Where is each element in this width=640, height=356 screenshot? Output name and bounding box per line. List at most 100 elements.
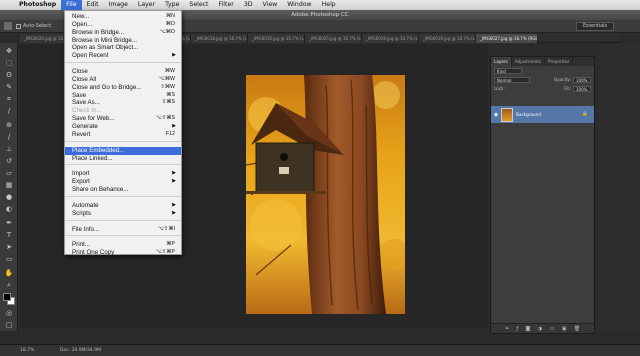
file-menu-item-new[interactable]: New... ⌘N (65, 13, 181, 21)
lock-label: Lock: (494, 86, 505, 91)
file-menu-item-export[interactable]: Export ▶ (65, 178, 181, 186)
menu-item-label: Save for Web... (72, 115, 115, 123)
lasso-tool-icon[interactable]: ʘ (4, 71, 14, 80)
menu-separator (65, 161, 181, 166)
eraser-tool-icon[interactable]: ▱ (4, 169, 14, 178)
doc-tab[interactable]: _IMG6019.jpg @ 18.7% (Layer 0, RGB/8) * (419, 33, 476, 43)
hand-tool-icon[interactable]: ✋ (4, 269, 14, 278)
tab-layers[interactable]: Layers (491, 57, 512, 66)
auto-select-label: Auto-Select: (23, 23, 53, 29)
menu-app-name[interactable]: Photoshop (14, 0, 61, 10)
quick-select-tool-icon[interactable]: ✎ (4, 83, 14, 92)
menu-item-label: New... (72, 13, 90, 20)
dodge-tool-icon[interactable]: ◐ (4, 205, 14, 214)
file-menu-item-save-as[interactable]: Save As... ⇧⌘S (65, 99, 181, 107)
file-menu-item-place-embedded[interactable]: Place Embedded... (65, 146, 181, 155)
file-menu-item-browse-in-bridge[interactable]: Browse in Bridge... ⌥⌘O (65, 29, 181, 37)
move-tool-icon[interactable]: ✥ (4, 47, 14, 56)
layer-name[interactable]: Background (516, 112, 541, 117)
file-menu-item-generate[interactable]: Generate ▶ (65, 123, 181, 131)
menu-layer[interactable]: Layer (133, 0, 160, 10)
link-icon[interactable]: ⚭ (505, 326, 509, 332)
gradient-tool-icon[interactable]: ▦ (4, 181, 14, 190)
file-menu-item-print-one-copy[interactable]: Print One Copy ⌥⇧⌘P (65, 249, 181, 257)
menu-image[interactable]: Image (104, 0, 133, 10)
menu-item-label: Check In... (72, 107, 102, 115)
menu-filter[interactable]: Filter (213, 0, 238, 10)
trash-icon[interactable]: 🗑 (574, 326, 580, 332)
file-menu-item-close-and-go-to-bridge[interactable]: Close and Go to Bridge... ⇧⌘W (65, 84, 181, 92)
fill-field[interactable]: 100% (573, 85, 591, 92)
visibility-eye-icon[interactable]: ◉ (491, 112, 501, 118)
layer-thumbnail (501, 107, 513, 122)
menu-item-label: Open as Smart Object... (72, 44, 139, 52)
path-select-tool-icon[interactable]: ➤ (4, 243, 14, 252)
menu-window[interactable]: Window (282, 0, 316, 10)
menu-item-label: Generate (72, 122, 98, 130)
tab-properties[interactable]: Properties (545, 57, 574, 66)
file-menu-item-close-all[interactable]: Close All ⌥⌘W (65, 76, 181, 84)
menu-help[interactable]: Help (317, 0, 341, 10)
workspace-switcher[interactable]: Essentials (575, 21, 614, 31)
fx-icon[interactable]: ƒ (516, 326, 518, 332)
file-menu-item-print[interactable]: Print... ⌘P (65, 241, 181, 249)
right-dock (598, 43, 640, 331)
clone-stamp-tool-icon[interactable]: ⊥ (4, 145, 14, 154)
doc-tab[interactable]: _IMG6016.jpg @ 16.7% (Layer 0, RGB/8) * (248, 33, 305, 43)
foreground-color-swatch[interactable] (3, 293, 11, 301)
document-image-birdhouse[interactable] (246, 75, 405, 314)
menu-item-label: Browse in Bridge... (72, 28, 124, 36)
menu-item-label: Print... (72, 241, 90, 249)
menu-item-shortcut: ⌘O (165, 20, 175, 27)
brush-tool-icon[interactable]: ∕ (4, 133, 14, 142)
history-brush-tool-icon[interactable]: ↺ (4, 157, 14, 166)
submenu-arrow-icon: ▶ (172, 178, 176, 185)
group-icon[interactable]: ▭ (550, 326, 555, 332)
file-menu-item-check-in: Check In... (65, 107, 181, 115)
screen-mode-icon[interactable]: ▢ (4, 321, 14, 330)
zoom-level[interactable]: 18.7% (20, 348, 60, 353)
move-tool-preset-icon[interactable] (4, 22, 12, 30)
eyedropper-tool-icon[interactable]: ∕ (4, 107, 14, 116)
doc-tab[interactable]: _IMG6019.jpg @ 16.7% (Layer 0, RGB/8) * (362, 33, 419, 43)
tab-adjustments[interactable]: Adjustments (512, 57, 546, 66)
file-menu-item-open[interactable]: Open... ⌘O (65, 21, 181, 29)
doc-tab[interactable]: _IMG6025.jpg @ 16.7% (Layer 0, RGB/8) * (305, 33, 362, 43)
shape-tool-icon[interactable]: ▭ (4, 255, 14, 264)
layer-row-background[interactable]: ◉ Background 🔒 (491, 106, 594, 123)
zoom-tool-icon[interactable]: ⌕ (4, 281, 14, 290)
menu-select[interactable]: Select (184, 0, 213, 10)
blend-mode-select[interactable]: Normal (494, 76, 530, 83)
file-menu-item-save-for-web[interactable]: Save for Web... ⌥⇧⌘S (65, 115, 181, 123)
file-menu-item-close[interactable]: Close ⌘W (65, 68, 181, 76)
adjustment-icon[interactable]: ◑ (538, 326, 542, 332)
file-menu-item-save[interactable]: Save ⌘S (65, 92, 181, 100)
auto-select-checkbox[interactable] (16, 23, 21, 29)
menu-edit[interactable]: Edit (82, 0, 104, 10)
menu-view[interactable]: View (258, 0, 283, 10)
new-layer-icon[interactable]: ▣ (562, 326, 567, 332)
doc-size[interactable]: Doc: 34.9M/34.9M (60, 348, 101, 353)
menu-type[interactable]: Type (160, 0, 184, 10)
crop-tool-icon[interactable]: ⌗ (4, 95, 14, 104)
opacity-field[interactable]: 100% (573, 76, 591, 83)
doc-tab-active[interactable]: _IMG6027.jpg @ 18.7% (RGB/8) * (476, 33, 538, 43)
type-tool-icon[interactable]: T (4, 231, 14, 240)
menu-3d[interactable]: 3D (239, 0, 258, 10)
status-bar: 18.7% Doc: 34.9M/34.9M (0, 344, 640, 356)
menu-item-shortcut: ⇧⌘W (160, 83, 175, 90)
layer-kind-select[interactable]: Kind (494, 67, 522, 74)
healing-brush-tool-icon[interactable]: ⊕ (4, 121, 14, 130)
mask-icon[interactable]: ◙ (526, 326, 531, 332)
quick-mask-icon[interactable]: ◎ (4, 309, 14, 318)
layer-filter-row: Kind (491, 66, 594, 75)
doc-tab[interactable]: _IMG6018.jpg @ 16.7% (Layer 0, RGB/8) * (191, 33, 248, 43)
file-menu-item-automate[interactable]: Automate ▶ (65, 202, 181, 210)
marquee-tool-icon[interactable]: ⬚ (4, 59, 14, 68)
menu-file[interactable]: File (61, 0, 82, 10)
blur-tool-icon[interactable]: ● (4, 193, 14, 202)
file-menu-item-open-as-smart-object[interactable]: Open as Smart Object... (65, 44, 181, 52)
pen-tool-icon[interactable]: ✒ (4, 219, 14, 228)
file-menu-item-browse-in-mini-bridge[interactable]: Browse in Mini Bridge... (65, 37, 181, 45)
file-menu-item-import[interactable]: Import ▶ (65, 170, 181, 178)
